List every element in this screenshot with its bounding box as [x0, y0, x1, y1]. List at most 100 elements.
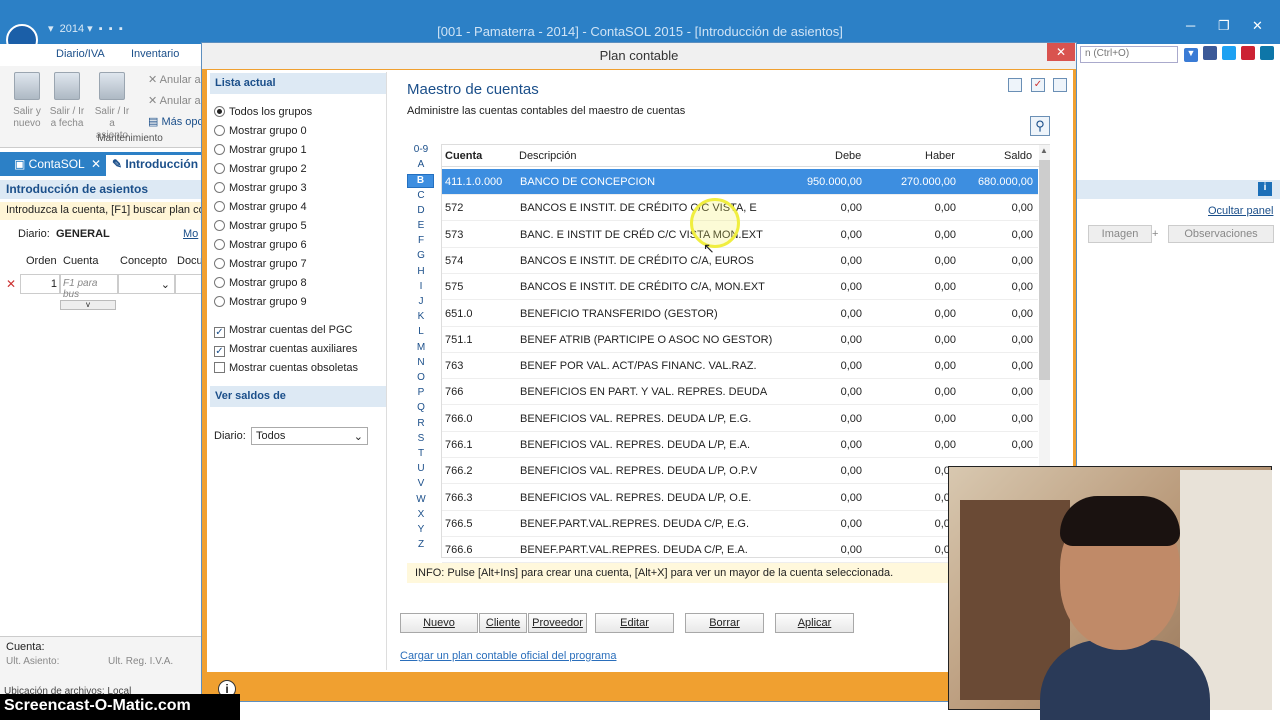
radio-icon[interactable] [214, 201, 225, 212]
letter-filter-w[interactable]: W [408, 494, 434, 505]
radio-group-1[interactable]: Mostrar grupo 0 [214, 125, 307, 137]
radio-icon[interactable] [214, 125, 225, 136]
table-row[interactable]: 411.1.0.000 BANCO DE CONCEPCION 950.000,00… [442, 169, 1038, 195]
letter-filter-m[interactable]: M [408, 342, 434, 353]
google-icon[interactable] [1241, 46, 1255, 60]
table-row[interactable]: 766.1 BENEFICIOS VAL. REPRES. DEUDA L/P, … [442, 432, 1038, 458]
quick-access-toolbar[interactable]: ▾ 2014 ▾ ▪ ▪ ▪ [48, 22, 123, 35]
letter-filter-r[interactable]: R [408, 418, 434, 429]
checkbox-2[interactable]: Mostrar cuentas obsoletas [214, 362, 358, 374]
radio-group-8[interactable]: Mostrar grupo 7 [214, 258, 307, 270]
radio-group-10[interactable]: Mostrar grupo 9 [214, 296, 307, 308]
cuenta-input[interactable]: F1 para bus [60, 274, 118, 300]
radio-icon[interactable] [214, 258, 225, 269]
facebook-icon[interactable] [1203, 46, 1217, 60]
nuevo-button[interactable]: Nuevo [400, 613, 478, 633]
search-icon[interactable]: ⚲ [1030, 116, 1050, 136]
close-tab-icon[interactable]: ✕ [88, 157, 101, 171]
col-header-descripcion[interactable]: Descripción [519, 150, 576, 162]
diario-value[interactable]: GENERAL [56, 228, 110, 240]
table-row[interactable]: 766.0 BENEFICIOS VAL. REPRES. DEUDA L/P, … [442, 406, 1038, 432]
ribbon-tab-diario[interactable]: Diario/IVA [56, 48, 105, 60]
col-header-saldo[interactable]: Saldo [1004, 150, 1032, 162]
linkedin-icon[interactable] [1260, 46, 1274, 60]
check-icon[interactable]: ✓ [1031, 78, 1045, 92]
checkbox-0[interactable]: ✓ Mostrar cuentas del PGC [214, 324, 353, 338]
radio-group-6[interactable]: Mostrar grupo 5 [214, 220, 307, 232]
col-header-debe[interactable]: Debe [835, 150, 861, 162]
letter-filter-y[interactable]: Y [408, 524, 434, 535]
letter-filter-i[interactable]: I [408, 281, 434, 292]
dialog-close-icon[interactable]: ✕ [1047, 43, 1075, 61]
table-row[interactable]: 573 BANC. E INSTIT DE CRÉD C/C VISTA MON.… [442, 222, 1038, 248]
radio-icon[interactable] [214, 296, 225, 307]
radio-icon[interactable] [214, 163, 225, 174]
anular-button-2[interactable]: ✕ Anular a [148, 94, 201, 107]
radio-group-0[interactable]: Todos los grupos [214, 106, 312, 118]
checkbox-icon[interactable]: ✓ [214, 346, 225, 357]
col-header-cuenta[interactable]: Cuenta [445, 150, 482, 162]
letter-filter-o[interactable]: O [408, 372, 434, 383]
checkbox-icon[interactable]: ✓ [214, 327, 225, 338]
letter-filter-t[interactable]: T [408, 448, 434, 459]
anular-button-1[interactable]: ✕ Anular a [148, 73, 201, 86]
letter-filter-j[interactable]: J [408, 296, 434, 307]
letter-filter-h[interactable]: H [408, 266, 434, 277]
twitter-icon[interactable] [1222, 46, 1236, 60]
radio-icon[interactable] [214, 106, 225, 117]
info-icon[interactable]: i [1258, 182, 1272, 196]
letter-filter-p[interactable]: P [408, 387, 434, 398]
col-header-haber[interactable]: Haber [925, 150, 955, 162]
tab-contasol[interactable]: ▣ ContaSOL ✕ [8, 155, 107, 176]
letter-filter-n[interactable]: N [408, 357, 434, 368]
radio-icon[interactable] [214, 144, 225, 155]
letter-filter-g[interactable]: G [408, 250, 434, 261]
radio-group-5[interactable]: Mostrar grupo 4 [214, 201, 307, 213]
search-input[interactable]: n (Ctrl+O) [1080, 46, 1178, 63]
radio-icon[interactable] [214, 220, 225, 231]
maximize-icon[interactable]: ❐ [1218, 18, 1230, 34]
checkbox-1[interactable]: ✓ Mostrar cuentas auxiliares [214, 343, 357, 357]
mas-opciones-button[interactable]: ▤ Más opc [148, 115, 203, 128]
minimize-icon[interactable]: ─ [1186, 18, 1195, 33]
mo-link[interactable]: Mo [183, 228, 198, 240]
radio-group-2[interactable]: Mostrar grupo 1 [214, 144, 307, 156]
checkbox-icon[interactable] [214, 362, 225, 373]
expand-icon[interactable]: v [60, 300, 116, 310]
plus-icon[interactable]: + [1152, 228, 1158, 240]
concepto-dropdown[interactable]: ⌄ [118, 274, 175, 294]
close-icon[interactable]: ✕ [1252, 18, 1263, 34]
letter-filter-u[interactable]: U [408, 463, 434, 474]
scroll-up-icon[interactable]: ▲ [1040, 146, 1048, 155]
imagen-button[interactable]: Imagen [1088, 225, 1152, 243]
scrollbar-thumb[interactable] [1039, 160, 1050, 380]
table-row[interactable]: 751.1 BENEF ATRIB (PARTICIPE O ASOC NO GE… [442, 327, 1038, 353]
help-icon[interactable]: ▼ [1184, 48, 1198, 62]
orden-cell[interactable]: 1 [20, 274, 60, 294]
letter-filter-x[interactable]: X [408, 509, 434, 520]
letter-filter-v[interactable]: V [408, 478, 434, 489]
letter-filter-q[interactable]: Q [408, 402, 434, 413]
delete-row-icon[interactable]: ✕ [6, 277, 16, 291]
letter-filter-e[interactable]: E [408, 220, 434, 231]
table-row[interactable]: 763 BENEF POR VAL. ACT/PAS FINANC. VAL.RA… [442, 353, 1038, 380]
letter-filter-f[interactable]: F [408, 235, 434, 246]
letter-filter-a[interactable]: A [408, 159, 434, 170]
radio-icon[interactable] [214, 182, 225, 193]
proveedor-button[interactable]: Proveedor [528, 613, 587, 633]
letter-filter-c[interactable]: C [408, 190, 434, 201]
letter-filter-l[interactable]: L [408, 326, 434, 337]
table-row[interactable]: 572 BANCOS E INSTIT. DE CRÉDITO C/C VISTA… [442, 195, 1038, 222]
salir-nuevo-button[interactable]: Salir y nuevo [7, 106, 47, 130]
observaciones-button[interactable]: Observaciones [1168, 225, 1274, 243]
saldos-diario-select[interactable]: Todos ⌄ [251, 427, 368, 445]
letter-filter-k[interactable]: K [408, 311, 434, 322]
letter-filter-z[interactable]: Z [408, 539, 434, 550]
tab-introduccion[interactable]: ✎ Introducción d [106, 155, 204, 176]
calendar-icon[interactable] [1053, 78, 1067, 92]
radio-group-4[interactable]: Mostrar grupo 3 [214, 182, 307, 194]
editar-button[interactable]: Editar [595, 613, 674, 633]
borrar-button[interactable]: Borrar [685, 613, 764, 633]
radio-group-3[interactable]: Mostrar grupo 2 [214, 163, 307, 175]
table-row[interactable]: 574 BANCOS E INSTIT. DE CRÉDITO C/A, EURO… [442, 248, 1038, 274]
